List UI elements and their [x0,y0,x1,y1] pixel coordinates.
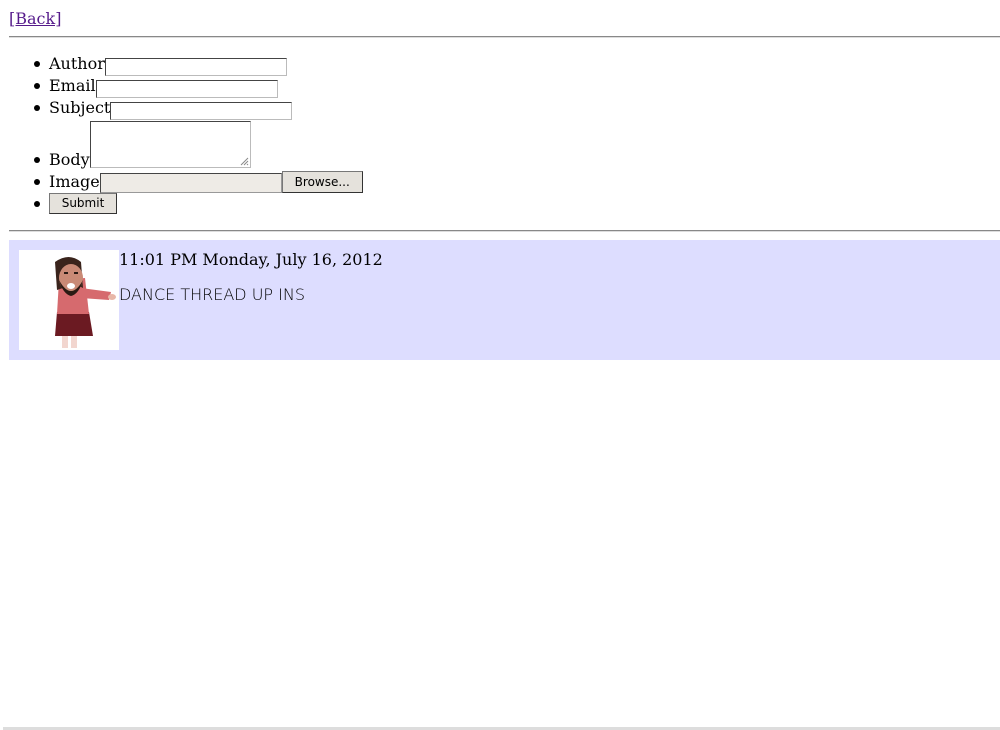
image-file-input[interactable] [99,173,282,193]
submit-button[interactable]: Submit [49,192,117,214]
author-row: Author [34,52,363,76]
post: 11:01 PM Monday, July 16, 2012 DANCE THR… [9,240,1000,360]
body-textarea[interactable] [89,121,251,168]
submit-row: Submit [34,192,363,214]
post-form: Author Email Subject Body Image Browse..… [9,52,363,214]
post-body: DANCE THREAD UP INS [119,285,305,304]
post-thumbnail[interactable] [19,250,119,350]
divider-bottom [9,230,1000,232]
email-label: Email [49,76,96,95]
body-label: Body [49,150,90,169]
author-label: Author [49,54,105,73]
resize-grip-icon[interactable] [239,156,249,166]
image-label: Image [49,172,100,191]
subject-row: Subject [34,96,363,120]
dancing-man-image [55,257,116,348]
subject-label: Subject [49,98,111,117]
back-link[interactable]: [Back] [9,9,61,28]
post-timestamp: 11:01 PM Monday, July 16, 2012 [119,250,383,269]
divider-top [9,36,1000,38]
image-row: Image Browse... [34,170,363,193]
email-row: Email [34,74,363,98]
body-row: Body [34,118,363,170]
browse-button[interactable]: Browse... [281,171,363,193]
